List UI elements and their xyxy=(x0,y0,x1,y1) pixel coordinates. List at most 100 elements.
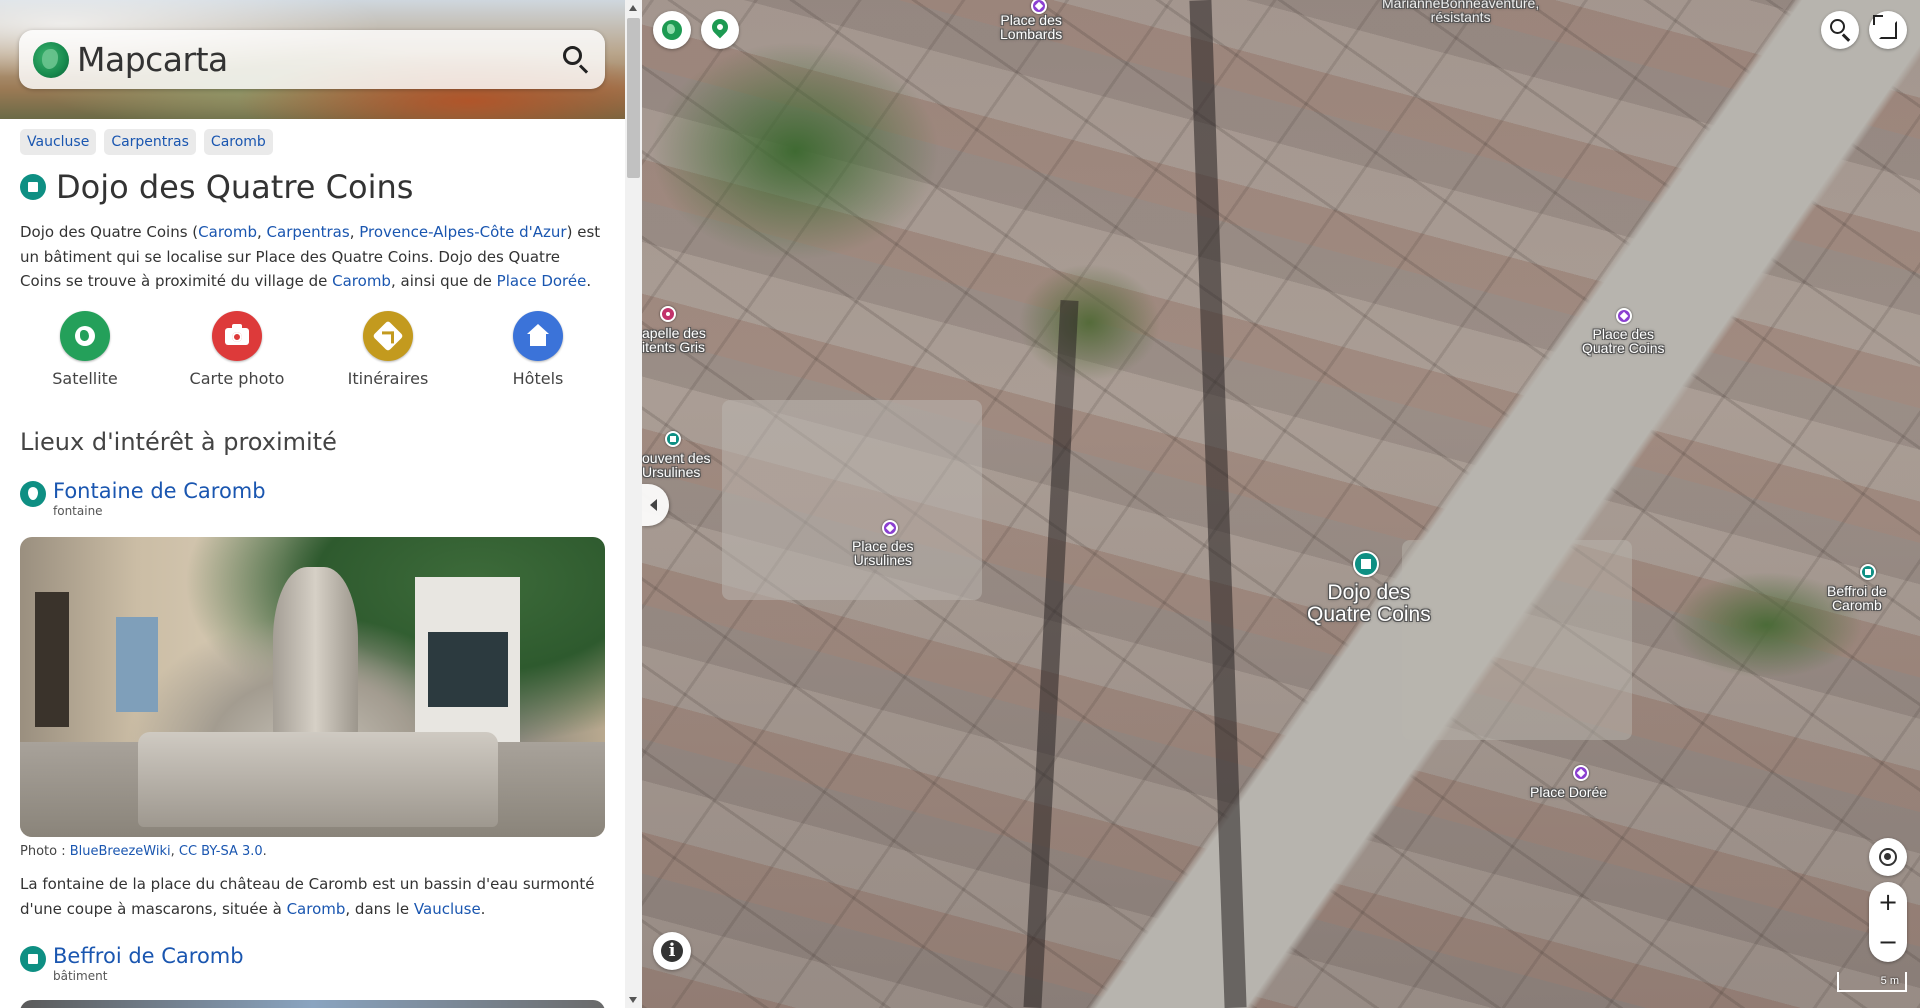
house-icon xyxy=(513,311,563,361)
action-buttons: Satellite Carte photo Itinéraires Hôtels xyxy=(20,311,605,391)
map-label-couvent[interactable]: ouvent des Ursulines xyxy=(642,451,711,479)
directions-icon xyxy=(363,311,413,361)
title-row: Dojo des Quatre Coins xyxy=(20,168,413,206)
nearby-heading: Lieux d'intérêt à proximité xyxy=(20,428,337,456)
map-label-dojo[interactable]: Dojo des Quatre Coins xyxy=(1307,582,1431,626)
credit-author-link[interactable]: BlueBreezeWiki xyxy=(70,844,171,859)
photo-credit: Photo : BlueBreezeWiki, CC BY-SA 3.0. xyxy=(20,844,267,859)
breadcrumb-carpentras[interactable]: Carpentras xyxy=(104,129,196,155)
credit-prefix: Photo : xyxy=(20,844,70,859)
nearby-item-beffroi: Beffroi de Caromb bâtiment xyxy=(20,943,605,983)
hotels-button[interactable]: Hôtels xyxy=(473,311,603,388)
intro-text: . xyxy=(586,272,592,290)
map-label-beffroi[interactable]: Beffroi de Caromb xyxy=(1827,584,1887,612)
map-scale: 5 m xyxy=(1837,972,1907,992)
link-carpentras[interactable]: Carpentras xyxy=(267,223,350,241)
zoom-control: + − xyxy=(1869,882,1907,962)
camera-icon xyxy=(212,311,262,361)
place-marker-icon[interactable] xyxy=(882,520,898,536)
building-icon xyxy=(20,174,46,200)
map-label-place-ursulines[interactable]: Place des Ursulines xyxy=(852,539,913,567)
beffroi-type: bâtiment xyxy=(53,969,108,983)
fullscreen-button[interactable] xyxy=(1869,11,1907,49)
credit-license-link[interactable]: CC BY-SA 3.0 xyxy=(179,844,263,859)
map-street xyxy=(1023,300,1079,1008)
map-label-marianne[interactable]: MarianneBonneaventure, résistants xyxy=(1382,0,1539,24)
search-icon[interactable] xyxy=(561,44,591,74)
place-description: Dojo des Quatre Coins (Caromb, Carpentra… xyxy=(20,220,605,294)
chapel-marker-icon[interactable] xyxy=(660,306,676,322)
fountain-photo[interactable] xyxy=(20,537,605,837)
map-label-chapelle[interactable]: apelle des itents Gris xyxy=(642,326,706,354)
satellite-map[interactable]: Place des Lombards MarianneBonneaventure,… xyxy=(642,0,1920,1008)
building-icon xyxy=(20,946,46,972)
map-label-place-doree[interactable]: Place Dorée xyxy=(1530,785,1607,799)
link-caromb[interactable]: Caromb xyxy=(198,223,257,241)
beffroi-photo[interactable] xyxy=(20,1000,605,1008)
map-pin-icon xyxy=(708,15,732,39)
intro-text: Dojo des Quatre Coins ( xyxy=(20,223,199,241)
globe-logo-icon xyxy=(33,41,69,78)
zoom-out-button[interactable]: − xyxy=(1869,923,1907,961)
info-icon: i xyxy=(661,940,683,962)
page-title: Dojo des Quatre Coins xyxy=(56,168,414,206)
sidebar-scrollbar[interactable] xyxy=(625,0,642,1008)
sidebar: Mapcarta Vaucluse Carpentras Caromb Dojo… xyxy=(0,0,625,1008)
fontaine-type: fontaine xyxy=(53,504,103,518)
scrollbar-thumb[interactable] xyxy=(627,18,640,178)
separator: . xyxy=(262,844,267,859)
scroll-up-arrow-icon[interactable] xyxy=(629,5,637,11)
map-search-button[interactable] xyxy=(1821,11,1859,49)
map-square xyxy=(1402,540,1632,740)
crosshair-icon xyxy=(1879,848,1897,866)
photo-map-button[interactable]: Carte photo xyxy=(172,311,302,388)
desc-text: . xyxy=(480,900,486,918)
directions-label: Itinéraires xyxy=(347,369,429,388)
globe-icon xyxy=(662,20,682,40)
photo-map-label: Carte photo xyxy=(189,369,285,388)
selected-building-marker-icon[interactable] xyxy=(1353,551,1379,577)
fullscreen-icon xyxy=(1873,15,1897,39)
breadcrumb-vaucluse[interactable]: Vaucluse xyxy=(20,129,97,155)
satellite-toggle-button[interactable] xyxy=(653,11,691,49)
fountain-description: La fontaine de la place du château de Ca… xyxy=(20,872,605,922)
satellite-button[interactable]: Satellite xyxy=(20,311,150,388)
separator: , xyxy=(256,223,267,241)
place-marker-icon[interactable] xyxy=(1573,765,1589,781)
separator: , xyxy=(170,844,179,859)
building-marker-icon[interactable] xyxy=(1860,564,1876,580)
link-provence[interactable]: Provence-Alpes-Côte d'Azur xyxy=(359,223,566,241)
map-pin-button[interactable] xyxy=(701,11,739,49)
search-bar[interactable]: Mapcarta xyxy=(19,30,605,89)
scroll-down-arrow-icon[interactable] xyxy=(629,997,637,1003)
zoom-in-button[interactable]: + xyxy=(1869,883,1907,921)
search-icon xyxy=(1830,19,1845,34)
map-label-place-lombards[interactable]: Place des Lombards xyxy=(1000,13,1062,41)
collapse-sidebar-button[interactable] xyxy=(642,484,669,526)
map-square xyxy=(722,400,982,600)
directions-button[interactable]: Itinéraires xyxy=(323,311,453,388)
hotels-label: Hôtels xyxy=(512,369,564,388)
desc-text: , dans le xyxy=(345,900,414,918)
satellite-label: Satellite xyxy=(52,369,118,388)
map-info-button[interactable]: i xyxy=(653,932,691,970)
building-marker-icon[interactable] xyxy=(665,431,681,447)
map-street xyxy=(1189,0,1247,1008)
globe-icon xyxy=(60,311,110,361)
fontaine-link[interactable]: Fontaine de Caromb xyxy=(53,478,266,504)
locate-me-button[interactable] xyxy=(1869,838,1907,876)
breadcrumb: Vaucluse Carpentras Caromb xyxy=(20,129,273,155)
nearby-item-fontaine: Fontaine de Caromb fontaine xyxy=(20,478,605,518)
app-logo-text: Mapcarta xyxy=(77,40,228,79)
link-vaucluse[interactable]: Vaucluse xyxy=(414,900,481,918)
link-caromb-village[interactable]: Caromb xyxy=(332,272,391,290)
link-caromb-fountain[interactable]: Caromb xyxy=(287,900,346,918)
water-drop-icon xyxy=(20,481,46,507)
map-label-place-quatre-coins[interactable]: Place des Quatre Coins xyxy=(1582,327,1664,355)
sidebar-content: Mapcarta Vaucluse Carpentras Caromb Dojo… xyxy=(0,0,625,1008)
breadcrumb-caromb[interactable]: Caromb xyxy=(203,129,273,155)
beffroi-link[interactable]: Beffroi de Caromb xyxy=(53,943,244,969)
header-banner: Mapcarta xyxy=(0,0,625,119)
link-place-doree[interactable]: Place Dorée xyxy=(497,272,587,290)
place-marker-icon[interactable] xyxy=(1616,308,1632,324)
